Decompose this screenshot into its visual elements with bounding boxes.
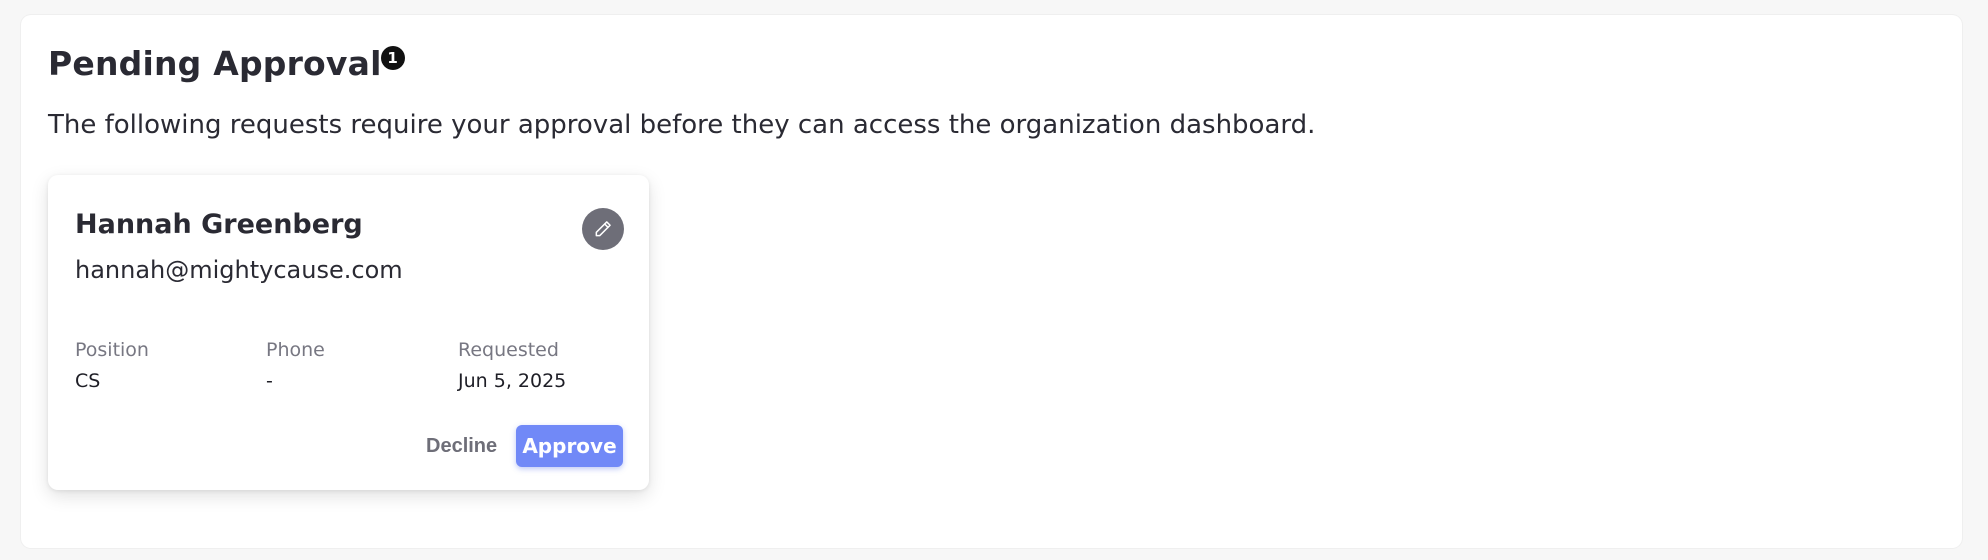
requester-name: Hannah Greenberg — [75, 209, 363, 240]
position-field: Position CS — [75, 337, 149, 394]
requester-email: hannah@mightycause.com — [75, 256, 403, 284]
phone-label: Phone — [266, 339, 325, 361]
title-row: Pending Approval 1 — [48, 41, 405, 87]
request-card: Hannah Greenberg hannah@mightycause.com … — [48, 175, 649, 490]
requested-value: Jun 5, 2025 — [458, 370, 567, 392]
pending-approval-panel: Pending Approval 1 The following request… — [21, 15, 1962, 548]
position-value: CS — [75, 370, 101, 392]
position-label: Position — [75, 339, 149, 361]
page-subtitle: The following requests require your appr… — [48, 110, 1316, 140]
phone-value: - — [266, 370, 273, 392]
decline-button[interactable]: Decline — [414, 425, 509, 467]
edit-button[interactable] — [582, 208, 624, 250]
requested-field: Requested Jun 5, 2025 — [458, 337, 566, 394]
page-title: Pending Approval — [48, 44, 382, 83]
phone-field: Phone - — [266, 337, 325, 394]
pencil-icon — [595, 221, 611, 237]
count-badge: 1 — [380, 46, 405, 70]
approve-button[interactable]: Approve — [516, 425, 623, 467]
requested-label: Requested — [458, 339, 559, 361]
